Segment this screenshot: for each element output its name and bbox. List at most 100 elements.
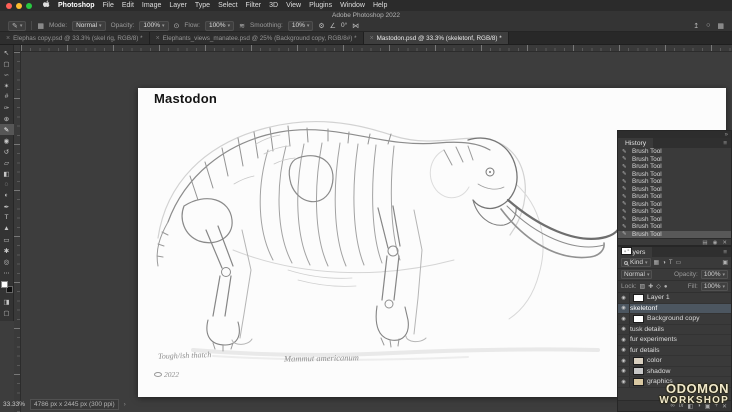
pen-tool[interactable]: ✒: [0, 201, 14, 212]
delete-state-icon[interactable]: ✕: [722, 240, 727, 246]
quick-mask-button[interactable]: ◨: [0, 296, 14, 307]
menu-edit[interactable]: Edit: [122, 2, 134, 9]
visibility-eye-icon[interactable]: ◉: [618, 345, 630, 355]
vertical-ruler[interactable]: [14, 52, 21, 412]
visibility-eye-icon[interactable]: ◉: [618, 324, 630, 334]
history-entry[interactable]: ✎ Brush Tool: [618, 178, 731, 186]
lock-position-icon[interactable]: ◇: [656, 283, 661, 290]
history-entry[interactable]: ✎ Brush Tool: [618, 193, 731, 201]
history-entry[interactable]: ✎ Brush Tool: [618, 216, 731, 224]
history-brush-tool[interactable]: ↺: [0, 146, 14, 157]
history-entry[interactable]: ✎ Brush Tool: [618, 156, 731, 164]
new-snapshot-icon[interactable]: ◉: [713, 240, 718, 246]
shape-tool[interactable]: ▭: [0, 234, 14, 245]
history-entry[interactable]: ✎ Brush Tool: [618, 186, 731, 194]
brush-settings-panel-icon[interactable]: ▦: [37, 22, 44, 30]
menu-view[interactable]: View: [286, 2, 301, 9]
type-tool[interactable]: T: [0, 212, 14, 223]
history-entry-current[interactable]: ✎ Brush Tool: [618, 230, 731, 238]
visibility-eye-icon[interactable]: ◉: [618, 377, 630, 387]
menu-window[interactable]: Window: [340, 2, 365, 9]
history-entry[interactable]: ✎ Brush Tool: [618, 148, 731, 156]
document-info[interactable]: 4786 px x 2445 px (300 ppi): [30, 399, 119, 410]
visibility-eye-icon[interactable]: ◉: [618, 314, 630, 324]
clone-stamp-tool[interactable]: ◉: [0, 135, 14, 146]
filter-toggle-icon[interactable]: ▣: [722, 259, 728, 266]
smoothing-select[interactable]: 10% ▾: [287, 20, 314, 31]
minimize-window-button[interactable]: [16, 2, 22, 9]
history-entry[interactable]: ✎ Brush Tool: [618, 171, 731, 179]
flow-select[interactable]: 100% ▾: [204, 20, 235, 31]
screen-mode-button[interactable]: ▢: [0, 307, 14, 318]
share-icon[interactable]: ↥: [693, 22, 699, 30]
filter-kind-select[interactable]: Kind ▾: [621, 258, 651, 267]
edit-toolbar-button[interactable]: ⋯: [0, 267, 14, 278]
workspace-switcher-icon[interactable]: ▦: [717, 22, 724, 30]
lock-all-icon[interactable]: ●: [664, 284, 668, 290]
object-selection-tool[interactable]: ✶: [0, 80, 14, 91]
history-entry[interactable]: ✎ Brush Tool: [618, 163, 731, 171]
layer-blend-mode-select[interactable]: Normal ▾: [621, 270, 653, 279]
healing-brush-tool[interactable]: ⊕: [0, 113, 14, 124]
apple-menu-icon[interactable]: [42, 0, 50, 11]
eraser-tool[interactable]: ▱: [0, 157, 14, 168]
close-icon[interactable]: ×: [156, 35, 160, 42]
visibility-eye-icon[interactable]: ◉: [618, 335, 630, 345]
color-swatches[interactable]: [0, 281, 13, 293]
zoom-level[interactable]: 33.33%: [3, 401, 25, 408]
lasso-tool[interactable]: ∽: [0, 69, 14, 80]
layer-row-color[interactable]: ◉ color: [618, 356, 731, 367]
history-entry[interactable]: ✎ Brush Tool: [618, 208, 731, 216]
gradient-tool[interactable]: ◧: [0, 168, 14, 179]
airbrush-icon[interactable]: ≋: [239, 22, 245, 30]
visibility-eye-icon[interactable]: ◉: [618, 366, 630, 376]
crop-tool[interactable]: #: [0, 91, 14, 102]
visibility-eye-icon[interactable]: ◉: [618, 293, 630, 303]
fullscreen-window-button[interactable]: [26, 2, 32, 9]
opacity-select[interactable]: 100% ▾: [139, 20, 169, 31]
menu-select[interactable]: Select: [218, 2, 237, 9]
menu-3d[interactable]: 3D: [269, 2, 278, 9]
status-chevron-icon[interactable]: ›: [124, 401, 126, 408]
lock-pixels-icon[interactable]: ✚: [648, 283, 653, 290]
menu-layer[interactable]: Layer: [169, 2, 187, 9]
history-entry[interactable]: ✎ Brush Tool: [618, 223, 731, 231]
close-window-button[interactable]: [6, 2, 12, 9]
hand-tool[interactable]: ✱: [0, 245, 14, 256]
filter-adjustment-layers-icon[interactable]: ◑: [662, 260, 666, 266]
smoothing-gear-icon[interactable]: ⚙: [318, 22, 324, 30]
layer-row-tusk-details[interactable]: ◉ tusk details: [618, 247, 731, 335]
dodge-tool[interactable]: ◐: [0, 190, 14, 201]
path-selection-tool[interactable]: ▲: [0, 223, 14, 234]
tab-mastodon-active[interactable]: × Mastodon.psd @ 33.3% (skeletonf, RGB/8…: [363, 32, 509, 44]
tab-elephas-copy[interactable]: × Elephas copy.psd @ 33.3% (skel rig, RG…: [0, 32, 150, 44]
eyedropper-tool[interactable]: ✑: [0, 102, 14, 113]
visibility-eye-icon[interactable]: ◉: [618, 303, 630, 313]
menu-plugins[interactable]: Plugins: [309, 2, 332, 9]
layer-row-fur-details[interactable]: ◉ fur details: [618, 247, 731, 356]
history-entry[interactable]: ✎ Brush Tool: [618, 201, 731, 209]
filter-type-layers-icon[interactable]: T: [669, 260, 673, 266]
collapse-panel-icon[interactable]: »: [725, 132, 728, 138]
panel-menu-icon[interactable]: ≡: [723, 247, 731, 257]
move-tool[interactable]: ↖: [0, 47, 14, 58]
tab-elephants-views[interactable]: × Elephants_views_manatee.psd @ 25% (Bac…: [149, 32, 364, 44]
layer-row-layer-1[interactable]: ◉ Layer 1: [618, 293, 731, 304]
blend-mode-select[interactable]: Normal ▾: [72, 20, 106, 31]
new-doc-from-state-icon[interactable]: ▤: [702, 240, 707, 246]
brush-tool[interactable]: ✎: [0, 124, 14, 135]
layer-opacity-select[interactable]: 100% ▾: [700, 270, 728, 279]
menu-file[interactable]: File: [103, 2, 114, 9]
menu-help[interactable]: Help: [373, 2, 387, 9]
panel-menu-icon[interactable]: ≡: [723, 138, 731, 148]
layer-row-skeletonf[interactable]: ◉ skeletonf: [618, 247, 731, 314]
filter-pixel-layers-icon[interactable]: ▦: [654, 259, 660, 266]
lock-transparency-icon[interactable]: ▨: [640, 283, 646, 290]
blur-tool[interactable]: ◌: [0, 179, 14, 190]
history-tab[interactable]: History: [618, 138, 654, 148]
close-icon[interactable]: ×: [6, 35, 10, 42]
menu-image[interactable]: Image: [142, 2, 161, 9]
visibility-eye-icon[interactable]: ◉: [618, 356, 630, 366]
search-icon[interactable]: ○: [706, 22, 710, 29]
foreground-color-swatch[interactable]: [0, 281, 8, 288]
